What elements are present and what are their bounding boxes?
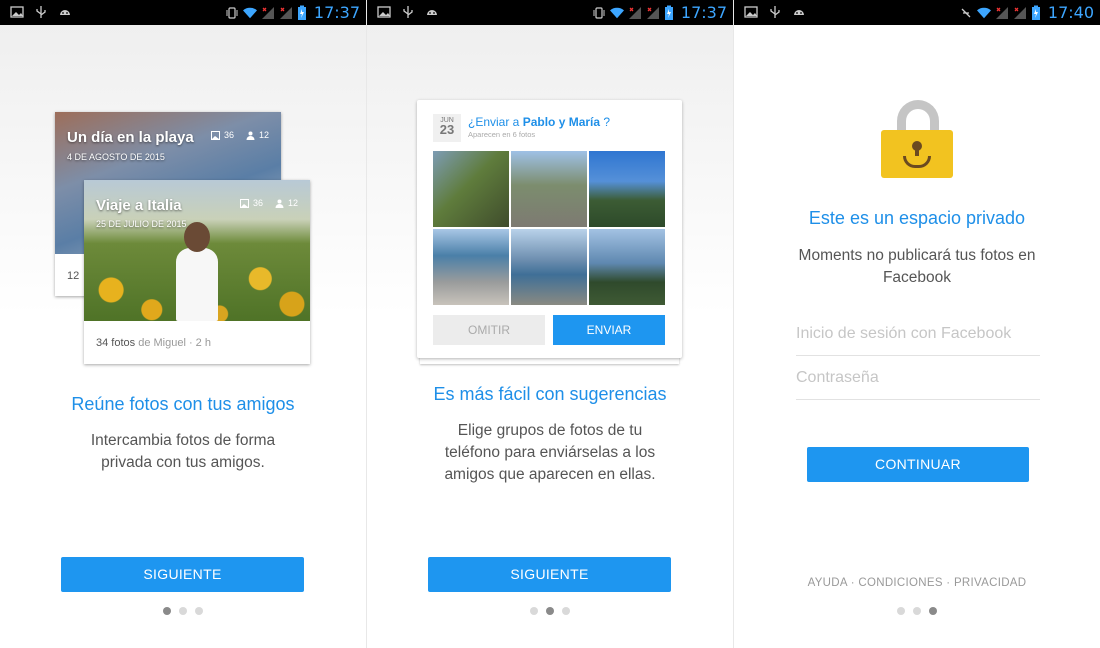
onboarding-screen-1: 17:37 Un día en la playa 4 DE AGOSTO DE … (0, 0, 366, 648)
continue-button[interactable]: CONTINUAR (807, 447, 1029, 482)
page-dot (179, 607, 187, 615)
photo-thumbnail[interactable] (511, 151, 587, 227)
usb-icon (770, 6, 780, 18)
signal-icon (628, 6, 641, 19)
album-title: Viaje a Italia (96, 197, 182, 214)
photos-count: 36 (223, 130, 234, 140)
android-icon (427, 10, 437, 15)
status-time: 17:40 (1047, 3, 1094, 22)
person-icon (275, 199, 284, 208)
password-field[interactable]: Contraseña (796, 356, 1040, 400)
photo-thumbnail[interactable] (433, 229, 509, 305)
battery-icon (297, 5, 306, 20)
page-indicator (367, 607, 733, 615)
page-description: Elige grupos de fotos de tu teléfono par… (444, 422, 656, 483)
page-dot (530, 607, 538, 615)
photos-icon (239, 198, 249, 208)
page-dot (897, 607, 905, 615)
battery-icon (1031, 5, 1040, 20)
photo-thumbnail[interactable] (433, 151, 509, 227)
help-link[interactable]: AYUDA (808, 577, 848, 589)
image-icon (377, 6, 391, 18)
album-date: 25 DE JULIO DE 2015 (96, 219, 187, 229)
photo-thumbnail[interactable] (589, 229, 665, 305)
next-button[interactable]: SIGUIENTE (428, 557, 671, 592)
page-dot (195, 607, 203, 615)
suggestion-card: JUN 23 ¿Enviar a Pablo y María ? Aparece… (417, 100, 682, 358)
photos-icon (210, 130, 220, 140)
signal-icon (279, 6, 292, 19)
page-title: Es más fácil con sugerencias (433, 384, 667, 404)
usb-icon (36, 6, 46, 18)
suggestion-subtitle: Aparecen en 6 fotos (468, 130, 536, 139)
photo-grid (433, 151, 665, 305)
onboarding-screen-2: 17:37 JUN 23 ¿Enviar a Pablo y María ? A… (367, 0, 733, 648)
page-title: Este es un espacio privado (808, 208, 1026, 228)
status-bar: 17:40 (734, 0, 1100, 25)
signal-icon (261, 6, 274, 19)
page-indicator (734, 607, 1100, 615)
album-footer: 34 fotos de Miguel · 2 h (96, 337, 211, 349)
album-card-front[interactable]: Viaje a Italia 25 DE JULIO DE 2015 36 12… (84, 180, 310, 364)
wifi-icon (609, 7, 624, 18)
status-time: 17:37 (680, 3, 727, 22)
page-dot (546, 607, 554, 615)
facebook-login-field[interactable]: Inicio de sesión con Facebook (796, 312, 1040, 356)
photos-count: 36 (252, 198, 263, 208)
send-button[interactable]: ENVIAR (553, 315, 665, 345)
wifi-icon (242, 7, 257, 18)
battery-icon (664, 5, 673, 20)
suggestion-question: ¿Enviar a Pablo y María ? (468, 115, 611, 129)
page-description: Moments no publicará tus fotos en Facebo… (798, 247, 1036, 286)
terms-link[interactable]: CONDICIONES (858, 577, 942, 589)
image-icon (744, 6, 758, 18)
signal-icon (646, 6, 659, 19)
onboarding-screen-3: 17:40 Este es un espacio privado Moments… (734, 0, 1100, 648)
people-count: 12 (287, 198, 298, 208)
album-title: Un día en la playa (67, 129, 194, 146)
signal-icon (1013, 6, 1026, 19)
photo-thumbnail[interactable] (589, 151, 665, 227)
page-dot (929, 607, 937, 615)
status-bar: 17:37 (0, 0, 366, 25)
page-title: Reúne fotos con tus amigos (71, 394, 295, 414)
android-icon (794, 10, 804, 15)
status-time: 17:37 (313, 3, 360, 22)
privacy-link[interactable]: PRIVACIDAD (954, 577, 1026, 589)
page-dot (913, 607, 921, 615)
page-indicator (0, 607, 366, 615)
usb-icon (403, 6, 413, 18)
people-count: 12 (258, 130, 269, 140)
footer-links: AYUDA · CONDICIONES · PRIVACIDAD (807, 577, 1027, 589)
owner-text: de Miguel · 2 h (135, 337, 211, 349)
next-button[interactable]: SIGUIENTE (61, 557, 304, 592)
page-dot (562, 607, 570, 615)
vibrate-icon (226, 6, 238, 19)
person-figure (176, 248, 218, 321)
status-bar: 17:37 (367, 0, 733, 25)
vibrate-icon (961, 8, 971, 17)
image-icon (10, 6, 24, 18)
album-footer: 12 (67, 270, 80, 282)
omit-button[interactable]: OMITIR (433, 315, 545, 345)
date-day: 23 (439, 122, 455, 137)
vibrate-icon (593, 6, 605, 19)
person-icon (246, 131, 255, 140)
android-icon (60, 10, 70, 15)
signal-icon (995, 6, 1008, 19)
date-badge: JUN 23 (433, 114, 461, 142)
suggestion-names: Pablo y María (522, 115, 601, 129)
album-date: 4 DE AGOSTO DE 2015 (67, 152, 165, 162)
photo-thumbnail[interactable] (511, 229, 587, 305)
page-dot (163, 607, 171, 615)
wifi-icon (976, 7, 991, 18)
photo-count-text: 34 fotos (96, 337, 136, 349)
page-description: Intercambia fotos de forma privada con t… (90, 432, 276, 471)
